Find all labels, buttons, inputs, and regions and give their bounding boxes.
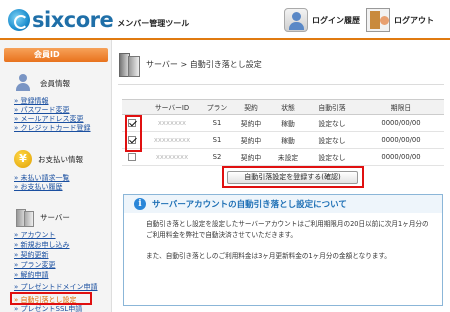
contract-cell: 契約中 (232, 131, 270, 149)
table-row: xxxxxxxx S2 契約中 未設定 設定なし 0000/00/00 (122, 148, 444, 166)
expiry-date-cell: 0000/00/00 (358, 148, 444, 166)
logo-icon (8, 9, 30, 31)
server-icon (14, 208, 34, 227)
logout-button[interactable]: ログアウト (366, 8, 434, 32)
logo-subtitle: メンバー管理ツール (117, 18, 190, 28)
sidebar-link-cancellation[interactable]: 解約申請 (14, 270, 49, 280)
expiry-date-cell: 0000/00/00 (358, 114, 444, 132)
sidebar-link-credit-card[interactable]: クレジットカード登録 (14, 123, 91, 133)
sidebar-section-label: 会員情報 (40, 78, 70, 88)
info-icon: i (134, 198, 146, 210)
highlight-box-checkboxes (125, 115, 142, 152)
user-icon (284, 8, 308, 32)
member-id-badge: 会員ID (4, 48, 108, 62)
door-icon (366, 8, 390, 32)
column-header-contract: 契約 (232, 99, 270, 115)
column-header-expiry-date: 期限日 (358, 99, 444, 115)
sidebar-link-present-domain[interactable]: プレゼントドメイン申請 (14, 282, 98, 292)
auto-debit-cell: 設定なし (306, 148, 358, 166)
sidebar-section-payment-info: ¥ お支払い情報 (14, 150, 83, 168)
plan-cell: S1 (202, 114, 232, 132)
app-header: sixcore メンバー管理ツール ログイン履歴 ログアウト (0, 0, 450, 40)
sidebar-section-label: お支払い情報 (38, 154, 83, 164)
auto-debit-cell: 設定なし (306, 131, 358, 149)
server-table: サーバーID プラン 契約 状態 自動引落 期限日 xxxxxxx S1 契約中… (122, 99, 444, 166)
login-history-label: ログイン履歴 (312, 15, 360, 25)
status-cell: 稼動 (270, 131, 306, 149)
sidebar-link-payment-history[interactable]: お支払い履歴 (14, 182, 63, 192)
contract-cell: 契約中 (232, 114, 270, 132)
logo-text: sixcore (32, 8, 114, 32)
page-header: サーバー > 自動引き落とし設定 (118, 50, 444, 78)
info-panel: i サーバーアカウントの自動引き落とし設定について 自動引き落とし設定を設定した… (123, 194, 443, 306)
server-id-cell: xxxxxxxxx (142, 131, 202, 149)
yen-coin-icon: ¥ (14, 150, 32, 168)
auto-debit-cell: 設定なし (306, 114, 358, 132)
sidebar-section-member-info: 会員情報 (14, 74, 70, 92)
plan-cell: S2 (202, 148, 232, 166)
highlight-box-sidebar (10, 292, 92, 305)
info-title: サーバーアカウントの自動引き落とし設定について (152, 200, 347, 210)
column-header-plan: プラン (202, 99, 232, 115)
expiry-date-cell: 0000/00/00 (358, 131, 444, 149)
status-cell: 未設定 (270, 148, 306, 166)
table-header-row: サーバーID プラン 契約 状態 自動引落 期限日 (122, 99, 444, 115)
column-header-select (122, 99, 142, 115)
sidebar-link-new-application[interactable]: 新規お申し込み (14, 240, 70, 250)
register-auto-debit-button[interactable]: 自動引落設定を登録する(確認) (227, 171, 358, 184)
sidebar-link-account[interactable]: アカウント (14, 230, 56, 240)
server-id-cell: xxxxxxx (142, 114, 202, 132)
row-checkbox[interactable] (128, 153, 136, 161)
sidebar-link-contract-renewal[interactable]: 契約更新 (14, 250, 49, 260)
status-cell: 稼動 (270, 114, 306, 132)
sidebar-section-label: サーバー (40, 212, 70, 222)
server-id-cell: xxxxxxxx (142, 148, 202, 166)
logout-label: ログアウト (394, 15, 434, 25)
column-header-server-id: サーバーID (142, 99, 202, 115)
table-row: xxxxxxx S1 契約中 稼動 設定なし 0000/00/00 (122, 114, 444, 132)
table-row: xxxxxxxxx S1 契約中 稼動 設定なし 0000/00/00 (122, 131, 444, 149)
server-icon (118, 51, 140, 77)
member-icon (14, 74, 34, 92)
page-divider (118, 84, 444, 85)
sidebar-link-plan-change[interactable]: プラン変更 (14, 260, 56, 270)
login-history-button[interactable]: ログイン履歴 (284, 8, 360, 32)
contract-cell: 契約中 (232, 148, 270, 166)
info-paragraph-1: 自動引き落とし設定を設定したサーバーアカウントはご利用期限月の20日以前に次月1… (146, 220, 429, 239)
info-paragraph-2: また、自動引き落としのご利用料金は3ヶ月更新料金の1ヶ月分の金額となります。 (146, 252, 391, 260)
plan-cell: S1 (202, 131, 232, 149)
breadcrumb: サーバー > 自動引き落とし設定 (146, 59, 262, 69)
column-header-auto-debit: 自動引落 (306, 99, 358, 115)
info-title-bar: i サーバーアカウントの自動引き落とし設定について (124, 195, 442, 213)
column-header-status: 状態 (270, 99, 306, 115)
sidebar-section-server: サーバー (14, 208, 70, 227)
logo[interactable]: sixcore メンバー管理ツール (8, 9, 189, 31)
sidebar-link-present-ssl[interactable]: プレゼントSSL申請 (14, 304, 83, 312)
